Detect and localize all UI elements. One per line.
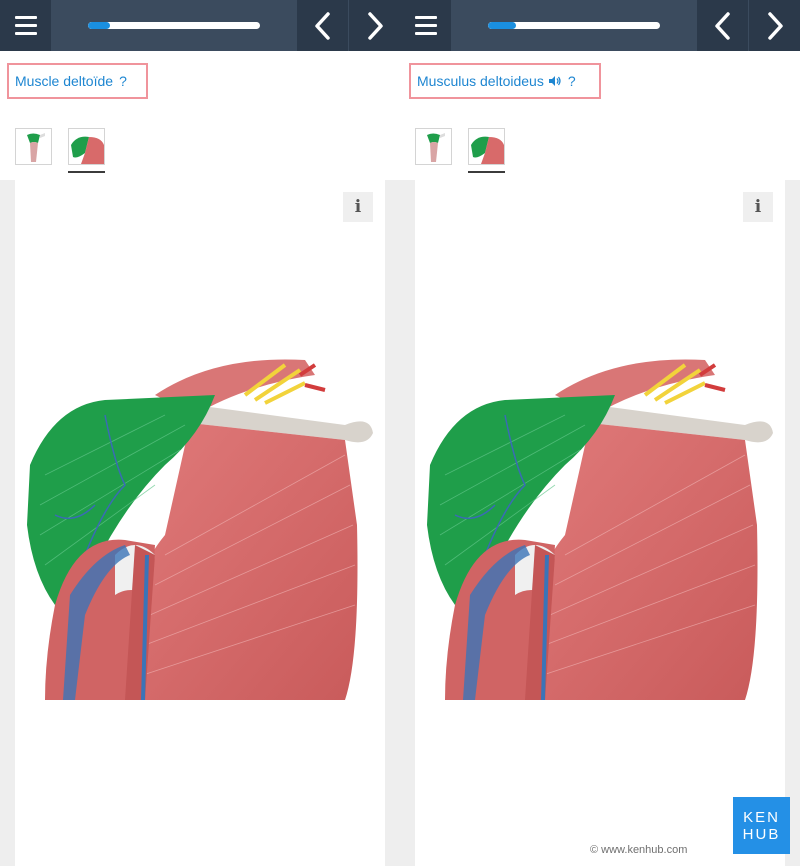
menu-button[interactable] <box>0 0 51 51</box>
hamburger-menu-icon <box>14 16 37 19</box>
info-button[interactable]: i <box>343 192 373 222</box>
logo-text-bottom: HUB <box>742 825 781 843</box>
arm-overview-thumbnail-image <box>427 133 445 162</box>
term-title-box[interactable]: Musculus deltoideus ? <box>409 63 601 99</box>
chevron-right-icon <box>767 11 783 40</box>
top-bar <box>0 0 400 51</box>
progress-bar <box>88 22 260 29</box>
copyright-text: © www.kenhub.com <box>590 844 688 856</box>
chevron-left-icon <box>714 11 730 40</box>
screen-french: Muscle deltoïde ? i <box>0 0 400 866</box>
progress-fill <box>488 22 516 29</box>
image-card: i <box>415 180 785 866</box>
chevron-left-icon <box>314 11 330 40</box>
term-title[interactable]: Muscle deltoïde <box>15 73 113 89</box>
speaker-icon[interactable] <box>548 75 562 87</box>
shoulder-thumbnail-image <box>69 129 104 164</box>
thumbnail-arm-overview[interactable] <box>15 128 52 165</box>
view-thumbnails <box>15 128 105 173</box>
shoulder-anatomy-illustration <box>27 359 373 700</box>
chevron-right-icon <box>367 11 383 40</box>
image-card: i <box>15 180 385 866</box>
thumbnail-shoulder-wrap <box>68 128 105 173</box>
next-button[interactable] <box>749 0 800 51</box>
next-button[interactable] <box>349 0 400 51</box>
info-button[interactable]: i <box>743 192 773 222</box>
info-icon: i <box>354 197 362 217</box>
hamburger-menu-icon <box>414 16 437 19</box>
thumbnail-shoulder-wrap <box>468 128 505 173</box>
view-thumbnails <box>415 128 505 173</box>
thumbnail-shoulder-closeup[interactable] <box>468 128 505 165</box>
top-bar <box>400 0 800 51</box>
progress-fill <box>88 22 111 29</box>
progress-bar <box>488 22 660 29</box>
menu-button[interactable] <box>400 0 451 51</box>
shoulder-anatomy-illustration <box>427 359 773 700</box>
previous-button[interactable] <box>697 0 748 51</box>
info-icon: i <box>754 197 762 217</box>
thumbnail-shoulder-closeup[interactable] <box>68 128 105 165</box>
kenhub-logo[interactable]: KEN HUB <box>733 797 790 854</box>
logo-text-top: KEN <box>743 808 780 826</box>
term-title-box[interactable]: Muscle deltoïde ? <box>7 63 148 99</box>
help-link[interactable]: ? <box>119 73 127 89</box>
help-link[interactable]: ? <box>568 73 576 89</box>
thumbnail-arm-overview[interactable] <box>415 128 452 165</box>
screen-latin: Musculus deltoideus ? i <box>400 0 800 866</box>
term-title[interactable]: Musculus deltoideus <box>417 73 544 89</box>
shoulder-thumbnail-image <box>469 129 504 164</box>
previous-button[interactable] <box>297 0 348 51</box>
arm-overview-thumbnail-image <box>27 133 45 162</box>
